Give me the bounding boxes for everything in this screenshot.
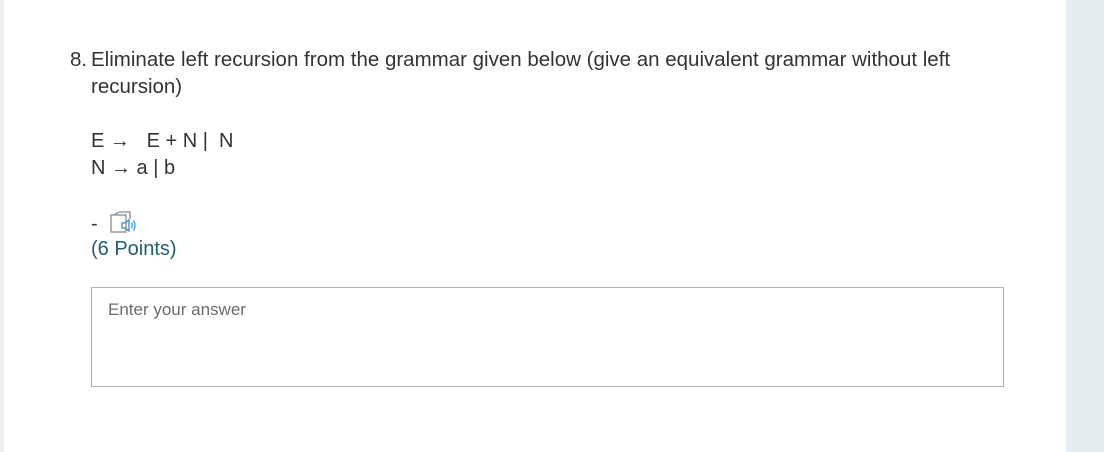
question-heading: 8. Eliminate left recursion from the gra… (70, 46, 1010, 100)
points-label: (6 Points) (91, 238, 177, 260)
answer-box (91, 287, 1004, 387)
grammar-rule-e: E → E + N | N (91, 130, 234, 152)
media-row: - (91, 210, 138, 238)
question-text: Eliminate left recursion from the gramma… (91, 48, 951, 98)
dash-text: - (91, 212, 98, 235)
right-gutter (1066, 0, 1104, 452)
grammar-block: E → E + N | N N → a | b (91, 128, 233, 182)
immersive-reader-speaker-icon[interactable] (110, 211, 138, 237)
form-page: 8. Eliminate left recursion from the gra… (0, 0, 1104, 452)
grammar-rule-n: N → a | b (91, 157, 176, 179)
question-number: 8. (70, 48, 88, 71)
answer-input[interactable] (92, 288, 1003, 386)
